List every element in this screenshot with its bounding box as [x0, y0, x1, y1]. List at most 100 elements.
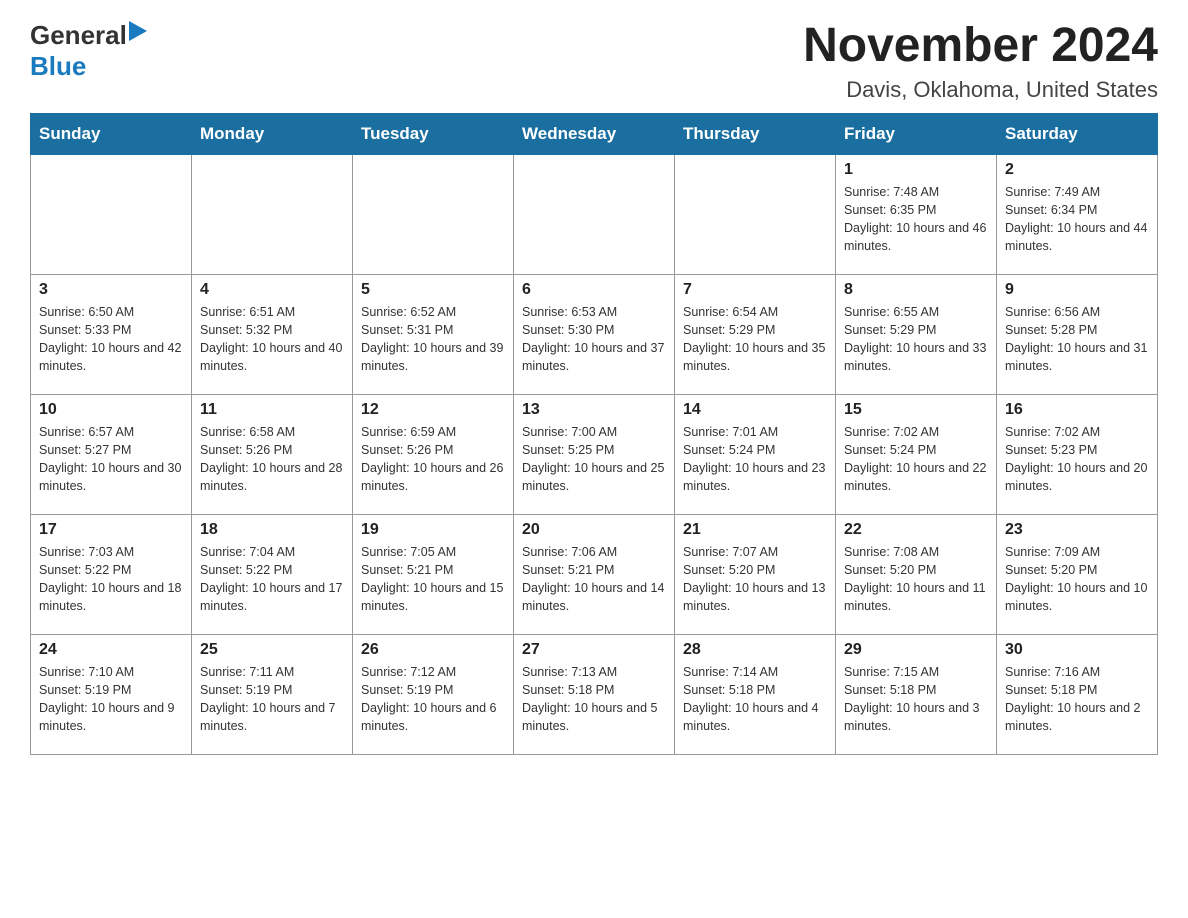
day-info: Sunrise: 7:12 AMSunset: 5:19 PMDaylight:…	[361, 663, 505, 736]
calendar-cell: 12 Sunrise: 6:59 AMSunset: 5:26 PMDayligh…	[353, 394, 514, 514]
day-info: Sunrise: 7:09 AMSunset: 5:20 PMDaylight:…	[1005, 543, 1149, 616]
day-number: 15	[844, 401, 988, 419]
calendar-cell: 21 Sunrise: 7:07 AMSunset: 5:20 PMDayligh…	[675, 514, 836, 634]
day-info: Sunrise: 7:49 AMSunset: 6:34 PMDaylight:…	[1005, 183, 1149, 256]
calendar-cell: 11 Sunrise: 6:58 AMSunset: 5:26 PMDayligh…	[192, 394, 353, 514]
day-info: Sunrise: 7:16 AMSunset: 5:18 PMDaylight:…	[1005, 663, 1149, 736]
weekday-header-thursday: Thursday	[675, 113, 836, 154]
weekday-header-sunday: Sunday	[31, 113, 192, 154]
calendar-cell: 24Sunrise: 7:10 AMSunset: 5:19 PMDayligh…	[31, 634, 192, 754]
day-info: Sunrise: 6:53 AMSunset: 5:30 PMDaylight:…	[522, 303, 666, 376]
day-number: 17	[39, 521, 183, 539]
day-number: 11	[200, 401, 344, 419]
day-info: Sunrise: 7:11 AMSunset: 5:19 PMDaylight:…	[200, 663, 344, 736]
day-info: Sunrise: 7:02 AMSunset: 5:23 PMDaylight:…	[1005, 423, 1149, 496]
day-info: Sunrise: 6:57 AMSunset: 5:27 PMDaylight:…	[39, 423, 183, 496]
calendar-cell: 2 Sunrise: 7:49 AMSunset: 6:34 PMDaylight…	[997, 154, 1158, 274]
title-block: November 2024 Davis, Oklahoma, United St…	[803, 20, 1158, 103]
calendar-cell: 26Sunrise: 7:12 AMSunset: 5:19 PMDayligh…	[353, 634, 514, 754]
day-number: 29	[844, 641, 988, 659]
day-info: Sunrise: 7:02 AMSunset: 5:24 PMDaylight:…	[844, 423, 988, 496]
day-number: 8	[844, 281, 988, 299]
weekday-header-saturday: Saturday	[997, 113, 1158, 154]
calendar-cell: 25 Sunrise: 7:11 AMSunset: 5:19 PMDayligh…	[192, 634, 353, 754]
calendar-cell: 23 Sunrise: 7:09 AMSunset: 5:20 PMDayligh…	[997, 514, 1158, 634]
location-subtitle: Davis, Oklahoma, United States	[803, 77, 1158, 103]
day-info: Sunrise: 7:04 AMSunset: 5:22 PMDaylight:…	[200, 543, 344, 616]
calendar-cell: 15 Sunrise: 7:02 AMSunset: 5:24 PMDayligh…	[836, 394, 997, 514]
calendar-week-row-1: 1Sunrise: 7:48 AMSunset: 6:35 PMDaylight…	[31, 154, 1158, 274]
day-number: 4	[200, 281, 344, 299]
day-info: Sunrise: 7:00 AMSunset: 5:25 PMDaylight:…	[522, 423, 666, 496]
day-info: Sunrise: 7:01 AMSunset: 5:24 PMDaylight:…	[683, 423, 827, 496]
day-number: 28	[683, 641, 827, 659]
calendar-week-row-5: 24Sunrise: 7:10 AMSunset: 5:19 PMDayligh…	[31, 634, 1158, 754]
page-header: General Blue November 2024 Davis, Oklaho…	[30, 20, 1158, 103]
calendar-cell: 9 Sunrise: 6:56 AMSunset: 5:28 PMDaylight…	[997, 274, 1158, 394]
calendar-cell: 3 Sunrise: 6:50 AMSunset: 5:33 PMDaylight…	[31, 274, 192, 394]
calendar-cell: 16 Sunrise: 7:02 AMSunset: 5:23 PMDayligh…	[997, 394, 1158, 514]
day-info: Sunrise: 7:08 AMSunset: 5:20 PMDaylight:…	[844, 543, 988, 616]
day-number: 22	[844, 521, 988, 539]
calendar-cell: 27 Sunrise: 7:13 AMSunset: 5:18 PMDayligh…	[514, 634, 675, 754]
calendar-cell: 14 Sunrise: 7:01 AMSunset: 5:24 PMDayligh…	[675, 394, 836, 514]
logo-general-text: General	[30, 20, 127, 51]
calendar-cell	[192, 154, 353, 274]
day-info: Sunrise: 6:50 AMSunset: 5:33 PMDaylight:…	[39, 303, 183, 376]
calendar-cell: 6 Sunrise: 6:53 AMSunset: 5:30 PMDaylight…	[514, 274, 675, 394]
weekday-header-monday: Monday	[192, 113, 353, 154]
calendar-cell: 8 Sunrise: 6:55 AMSunset: 5:29 PMDaylight…	[836, 274, 997, 394]
logo-blue-text: Blue	[30, 51, 86, 81]
day-number: 27	[522, 641, 666, 659]
day-info: Sunrise: 7:07 AMSunset: 5:20 PMDaylight:…	[683, 543, 827, 616]
weekday-header-wednesday: Wednesday	[514, 113, 675, 154]
day-number: 18	[200, 521, 344, 539]
calendar-cell: 28 Sunrise: 7:14 AMSunset: 5:18 PMDayligh…	[675, 634, 836, 754]
day-number: 5	[361, 281, 505, 299]
day-info: Sunrise: 6:56 AMSunset: 5:28 PMDaylight:…	[1005, 303, 1149, 376]
calendar-cell	[675, 154, 836, 274]
day-number: 13	[522, 401, 666, 419]
day-info: Sunrise: 7:05 AMSunset: 5:21 PMDaylight:…	[361, 543, 505, 616]
day-number: 3	[39, 281, 183, 299]
day-number: 25	[200, 641, 344, 659]
day-number: 21	[683, 521, 827, 539]
calendar-cell	[31, 154, 192, 274]
calendar-week-row-4: 17 Sunrise: 7:03 AMSunset: 5:22 PMDayligh…	[31, 514, 1158, 634]
day-info: Sunrise: 7:48 AMSunset: 6:35 PMDaylight:…	[844, 183, 988, 256]
day-number: 2	[1005, 161, 1149, 179]
day-info: Sunrise: 6:54 AMSunset: 5:29 PMDaylight:…	[683, 303, 827, 376]
day-info: Sunrise: 6:58 AMSunset: 5:26 PMDaylight:…	[200, 423, 344, 496]
day-number: 16	[1005, 401, 1149, 419]
calendar-week-row-3: 10 Sunrise: 6:57 AMSunset: 5:27 PMDayligh…	[31, 394, 1158, 514]
calendar-cell: 7Sunrise: 6:54 AMSunset: 5:29 PMDaylight…	[675, 274, 836, 394]
day-info: Sunrise: 6:52 AMSunset: 5:31 PMDaylight:…	[361, 303, 505, 376]
calendar-cell: 20Sunrise: 7:06 AMSunset: 5:21 PMDayligh…	[514, 514, 675, 634]
calendar-cell: 22 Sunrise: 7:08 AMSunset: 5:20 PMDayligh…	[836, 514, 997, 634]
day-info: Sunrise: 7:15 AMSunset: 5:18 PMDaylight:…	[844, 663, 988, 736]
day-info: Sunrise: 7:13 AMSunset: 5:18 PMDaylight:…	[522, 663, 666, 736]
day-info: Sunrise: 6:59 AMSunset: 5:26 PMDaylight:…	[361, 423, 505, 496]
day-info: Sunrise: 6:51 AMSunset: 5:32 PMDaylight:…	[200, 303, 344, 376]
day-number: 23	[1005, 521, 1149, 539]
logo-chevron-icon	[129, 21, 147, 46]
day-info: Sunrise: 7:03 AMSunset: 5:22 PMDaylight:…	[39, 543, 183, 616]
calendar-table: SundayMondayTuesdayWednesdayThursdayFrid…	[30, 113, 1158, 755]
day-number: 14	[683, 401, 827, 419]
day-info: Sunrise: 7:14 AMSunset: 5:18 PMDaylight:…	[683, 663, 827, 736]
day-number: 10	[39, 401, 183, 419]
calendar-cell: 1Sunrise: 7:48 AMSunset: 6:35 PMDaylight…	[836, 154, 997, 274]
calendar-cell: 17 Sunrise: 7:03 AMSunset: 5:22 PMDayligh…	[31, 514, 192, 634]
calendar-cell: 18 Sunrise: 7:04 AMSunset: 5:22 PMDayligh…	[192, 514, 353, 634]
day-number: 9	[1005, 281, 1149, 299]
logo: General Blue	[30, 20, 147, 82]
calendar-cell: 4 Sunrise: 6:51 AMSunset: 5:32 PMDaylight…	[192, 274, 353, 394]
weekday-header-row: SundayMondayTuesdayWednesdayThursdayFrid…	[31, 113, 1158, 154]
day-number: 6	[522, 281, 666, 299]
day-info: Sunrise: 6:55 AMSunset: 5:29 PMDaylight:…	[844, 303, 988, 376]
day-number: 12	[361, 401, 505, 419]
day-number: 20	[522, 521, 666, 539]
weekday-header-friday: Friday	[836, 113, 997, 154]
calendar-cell	[514, 154, 675, 274]
calendar-cell	[353, 154, 514, 274]
